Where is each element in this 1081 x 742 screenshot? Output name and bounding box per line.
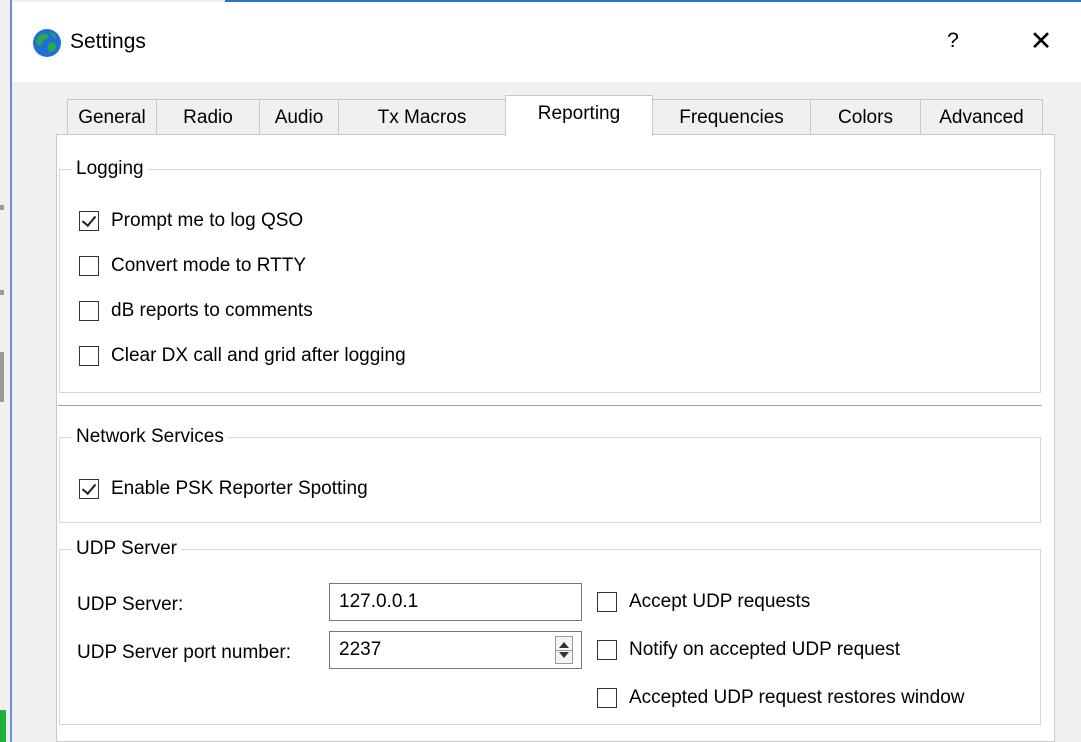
background-status-indicator	[0, 710, 6, 742]
tab-general[interactable]: General	[67, 99, 157, 134]
network-services-title: Network Services	[72, 425, 228, 449]
window-border	[10, 0, 12, 742]
clear-dx-call-option[interactable]: Clear DX call and grid after logging	[79, 343, 406, 369]
restore-window-checkbox[interactable]	[597, 688, 617, 708]
spin-divider	[556, 650, 572, 651]
convert-rtty-checkbox[interactable]	[79, 256, 99, 276]
tab-tx-macros[interactable]: Tx Macros	[338, 99, 506, 134]
psk-reporter-option[interactable]: Enable PSK Reporter Spotting	[79, 476, 368, 502]
background-mark	[0, 205, 4, 210]
restore-window-label: Accepted UDP request restores window	[629, 687, 965, 708]
udp-server-input[interactable]	[329, 583, 582, 621]
reporting-panel: Logging Prompt me to log QSO Convert mod…	[56, 134, 1055, 742]
udp-server-group: UDP Server UDP Server: UDP Server port n…	[59, 537, 1041, 725]
background-window-edge	[0, 0, 12, 742]
db-reports-label: dB reports to comments	[111, 300, 313, 321]
convert-rtty-label: Convert mode to RTTY	[111, 255, 307, 276]
udp-port-field[interactable]: 2237	[329, 631, 582, 669]
notify-udp-label: Notify on accepted UDP request	[629, 639, 901, 660]
prompt-log-qso-option[interactable]: Prompt me to log QSO	[79, 208, 303, 234]
psk-reporter-checkbox[interactable]	[79, 479, 99, 499]
window-title: Settings	[70, 30, 146, 53]
background-mark	[0, 290, 4, 295]
tab-colors[interactable]: Colors	[810, 99, 921, 134]
tab-radio[interactable]: Radio	[156, 99, 260, 134]
prompt-log-qso-label: Prompt me to log QSO	[111, 210, 304, 231]
port-spinner[interactable]	[555, 636, 573, 664]
notify-udp-checkbox[interactable]	[597, 640, 617, 660]
tab-reporting[interactable]: Reporting	[505, 95, 653, 136]
section-divider-highlight	[58, 406, 1042, 407]
background-mark	[0, 352, 4, 402]
accept-udp-checkbox[interactable]	[597, 592, 617, 612]
clear-dx-call-label: Clear DX call and grid after logging	[111, 345, 406, 366]
udp-port-label: UDP Server port number:	[77, 642, 292, 663]
help-button[interactable]: ?	[936, 24, 970, 58]
udp-port-value: 2237	[339, 639, 382, 660]
udp-server-title: UDP Server	[72, 537, 182, 561]
accept-udp-label: Accept UDP requests	[629, 591, 811, 612]
tab-advanced[interactable]: Advanced	[920, 99, 1043, 134]
db-reports-option[interactable]: dB reports to comments	[79, 298, 313, 324]
globe-icon	[33, 29, 61, 57]
close-button[interactable]: ✕	[1024, 24, 1058, 58]
spin-down-icon[interactable]	[559, 652, 569, 658]
logging-group: Logging Prompt me to log QSO Convert mod…	[59, 157, 1041, 393]
tab-audio[interactable]: Audio	[259, 99, 339, 134]
db-reports-checkbox[interactable]	[79, 301, 99, 321]
prompt-log-qso-checkbox[interactable]	[79, 211, 99, 231]
screen: Settings ? ✕ General Radio Audio Tx Macr…	[0, 0, 1081, 742]
title-bar[interactable]: Settings ? ✕	[12, 2, 1081, 82]
notify-udp-option[interactable]: Notify on accepted UDP request	[597, 637, 900, 663]
convert-rtty-option[interactable]: Convert mode to RTTY	[79, 253, 306, 279]
restore-window-option[interactable]: Accepted UDP request restores window	[597, 685, 964, 711]
logging-group-title: Logging	[72, 157, 148, 181]
tab-frequencies[interactable]: Frequencies	[652, 99, 811, 134]
network-services-group: Network Services Enable PSK Reporter Spo…	[59, 425, 1041, 523]
psk-reporter-label: Enable PSK Reporter Spotting	[111, 478, 368, 499]
accept-udp-option[interactable]: Accept UDP requests	[597, 589, 810, 615]
clear-dx-call-checkbox[interactable]	[79, 346, 99, 366]
spin-up-icon[interactable]	[559, 642, 569, 648]
udp-server-label: UDP Server:	[77, 594, 184, 615]
